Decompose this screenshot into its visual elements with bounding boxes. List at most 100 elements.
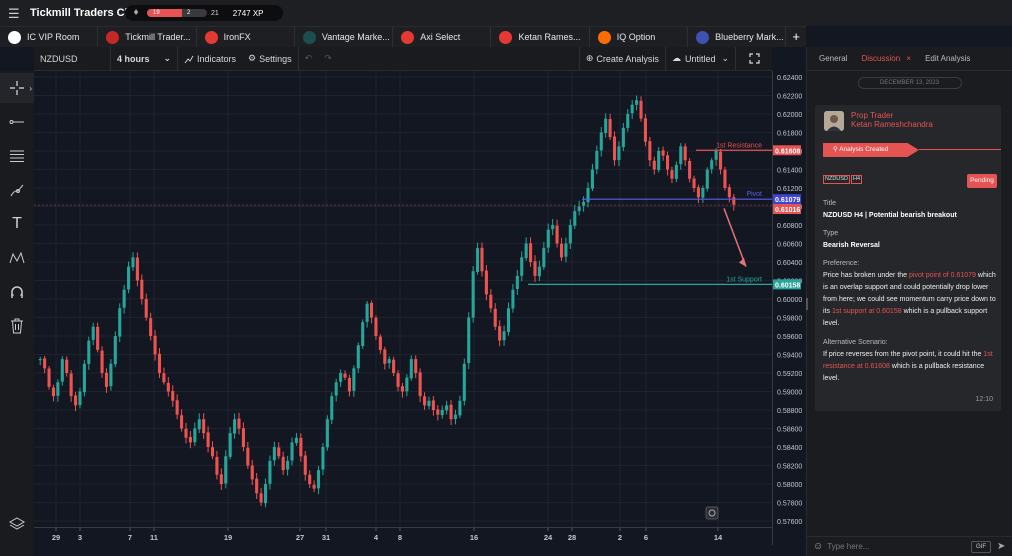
text-tool[interactable]: T (0, 209, 34, 239)
price-axis[interactable]: 0.624000.622000.620000.618000.616000.614… (772, 71, 806, 545)
highlight-text: 1st support at 0.60158 (831, 308, 902, 315)
close-icon[interactable]: × (906, 54, 911, 63)
tab-broker[interactable]: Ketan Rames... (491, 27, 590, 47)
candle-body (493, 308, 497, 327)
level-label: 1st Support (726, 276, 762, 283)
bottom-strip (34, 545, 806, 556)
price-tick-label: 0.57600 (777, 519, 802, 526)
crosshair-tool[interactable]: › (0, 73, 34, 103)
candle-body (564, 243, 568, 257)
candle-body (286, 460, 290, 470)
add-tab-button[interactable]: + (786, 27, 806, 47)
preference-label: Preference: (823, 260, 860, 267)
candle-body (723, 169, 727, 188)
candle-body (573, 211, 577, 226)
candle-body (462, 363, 466, 401)
alternative-text: If price reverses from the pivot point, … (823, 349, 999, 385)
price-tick-label: 0.62000 (777, 112, 802, 119)
status-badge: Pending (967, 174, 997, 188)
rank-gem-icon: ♦ (133, 7, 139, 18)
avatar (824, 111, 844, 131)
timeframe-label: 4 hours (117, 53, 150, 64)
symbol-selector[interactable]: NZDUSD (34, 47, 110, 71)
send-icon[interactable]: ➤ (997, 541, 1009, 553)
chat-input[interactable] (827, 542, 968, 551)
price-tick-label: 0.60600 (777, 242, 802, 249)
timeframe-selector[interactable]: 4 hours ⌄ (111, 47, 177, 71)
price-chart[interactable]: 1st Resistance Pivot 1st Support (34, 71, 772, 527)
tab-broker[interactable]: Tickmill Trader... (98, 27, 197, 47)
candle-body (502, 331, 506, 341)
tab-general[interactable]: General (819, 54, 847, 63)
tab-broker[interactable]: Vantage Marke... (295, 27, 394, 47)
broker-tabs: IC VIP Room Tickmill Trader... IronFX Vanta… (0, 26, 806, 47)
tab-broker[interactable]: IC VIP Room (0, 27, 99, 47)
hamburger-menu-icon[interactable]: ☰ (8, 7, 22, 20)
layers-icon (9, 517, 25, 530)
chevron-right-icon: › (29, 83, 32, 93)
candle-body (193, 428, 197, 443)
tab-edit-analysis[interactable]: Edit Analysis (925, 54, 970, 63)
candle-body (484, 270, 488, 295)
tab-discussion[interactable]: Discussion × (861, 54, 911, 63)
candle-body (679, 146, 683, 165)
tab-broker[interactable]: IronFX (197, 27, 295, 47)
candle-body (506, 308, 511, 333)
indicators-button[interactable]: Indicators (178, 47, 242, 71)
chart-canvas[interactable]: 1st Resistance Pivot 1st Support (34, 71, 772, 527)
candle-body (316, 470, 321, 489)
author-name[interactable]: Ketan Rameshchandra (851, 120, 933, 129)
candle-body (104, 372, 109, 387)
candle-body (718, 151, 723, 170)
candle-body (542, 248, 546, 268)
tab-broker[interactable]: Axi Select (393, 27, 492, 47)
brush-tool[interactable] (0, 175, 34, 205)
candle-body (184, 428, 188, 438)
candle-body (69, 373, 73, 397)
layout-selector[interactable]: ☁ Untitled ⌄ (666, 47, 735, 71)
candle-body (369, 302, 374, 318)
undo-button[interactable]: ↶ (299, 47, 319, 71)
candle-body (91, 326, 95, 340)
candle-body (396, 373, 400, 387)
tab-label: Blueberry Mark... (715, 32, 784, 42)
horizontal-lines-icon (10, 150, 24, 162)
panel-collapse-handle[interactable] (806, 297, 809, 311)
pattern-tool[interactable] (0, 243, 34, 273)
date-separator: DECEMBER 13, 2023 (857, 77, 962, 89)
fib-tool[interactable] (0, 141, 34, 171)
price-tick-label: 0.59600 (777, 334, 802, 341)
time-axis[interactable]: 29 3 7 11 19 27 31 4 8 16 24 28 2 6 14 (34, 527, 772, 545)
candle-body (162, 373, 166, 383)
tab-broker[interactable]: Blueberry Mark... (688, 27, 787, 47)
magnet-tool[interactable] (0, 277, 34, 307)
time-tick-label: 29 (52, 533, 60, 542)
candle-body (78, 391, 82, 406)
candle-body (670, 170, 674, 179)
tab-broker[interactable]: IQ Option (590, 27, 689, 47)
time-tick-label: 19 (224, 533, 232, 542)
candle-body (692, 178, 696, 188)
xp-level-mid: 2 (187, 10, 191, 16)
create-analysis-button[interactable]: ⊕ Create Analysis (580, 47, 665, 71)
gif-button[interactable]: GIF (971, 541, 991, 553)
settings-button[interactable]: ⚙ Settings (242, 47, 298, 71)
fullscreen-button[interactable] (736, 47, 772, 71)
candle-body (423, 396, 427, 406)
candle-body (51, 387, 56, 397)
redo-button[interactable]: ↷ (318, 47, 338, 71)
candle-body (321, 447, 325, 470)
candle-body (449, 404, 453, 420)
layers-tool[interactable] (0, 509, 34, 539)
emoji-icon[interactable]: ☺ (813, 541, 823, 552)
price-tick-label: 0.62400 (777, 75, 802, 82)
paragraph-text: Price has broken under the (823, 272, 909, 279)
candle-body (701, 188, 705, 198)
level-label: 1st Resistance (716, 142, 762, 149)
time-tick-label: 2 (618, 533, 622, 542)
candle-body (47, 368, 51, 387)
trend-line-tool[interactable] (0, 107, 34, 137)
camera-icon[interactable] (705, 506, 719, 520)
delete-drawings-tool[interactable] (0, 311, 34, 341)
candle-body (56, 382, 60, 396)
